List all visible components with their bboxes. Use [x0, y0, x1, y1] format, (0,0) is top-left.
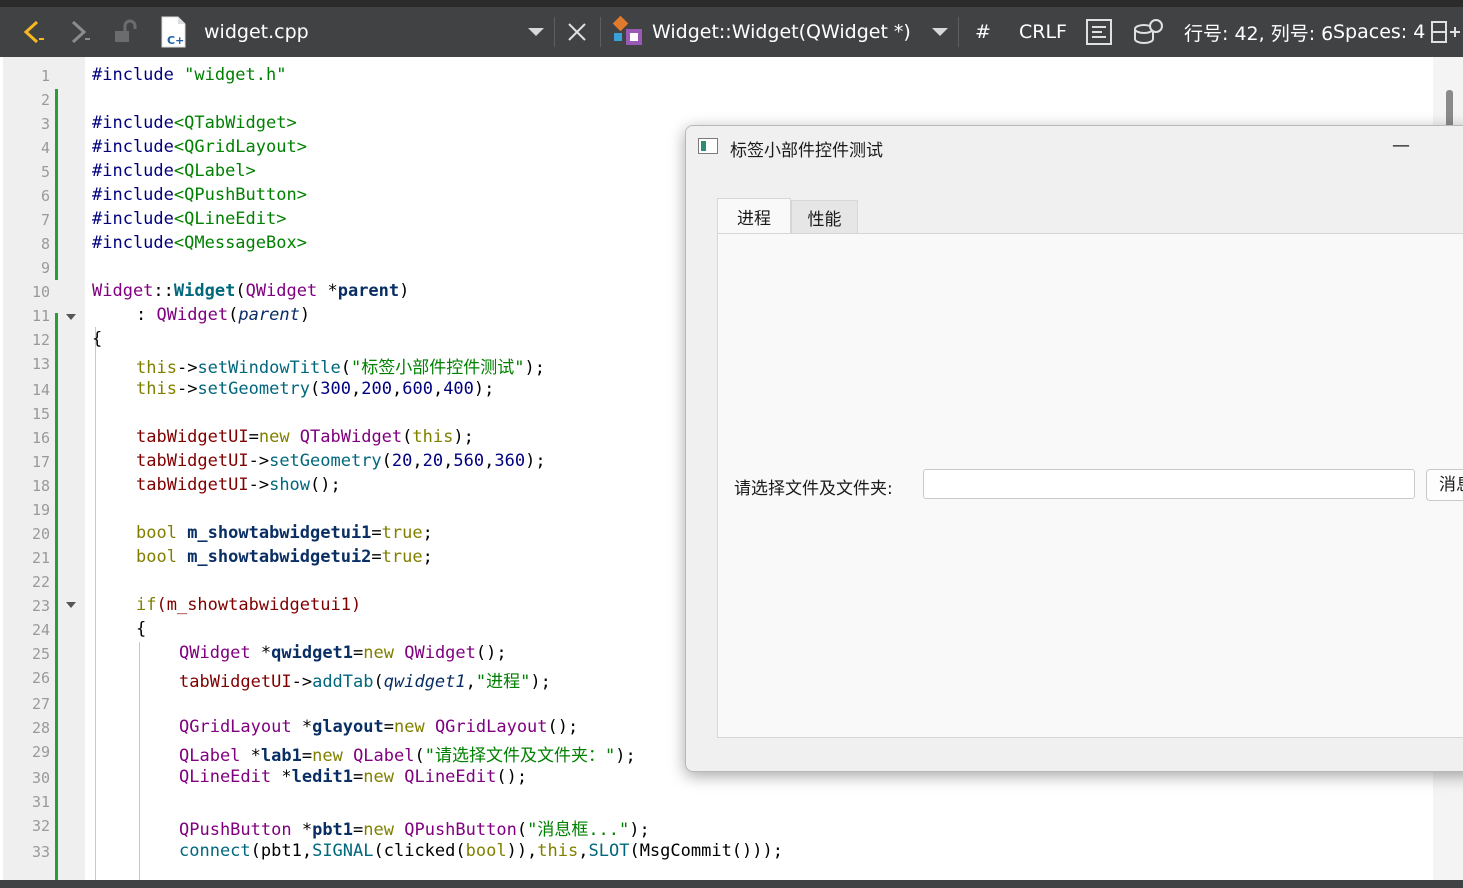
line-number: 24 [31, 621, 50, 639]
forward-arrow-icon[interactable] [64, 7, 94, 57]
code-line-30: QLineEdit *ledit1=new QLineEdit(); [179, 767, 528, 787]
line-number: 4 [40, 139, 50, 157]
tab-performance[interactable]: 性能 [791, 200, 858, 234]
close-document-icon[interactable] [565, 7, 589, 57]
code-line-3: #include<QTabWidget> [92, 113, 297, 133]
cpp-file-icon: C+ [158, 7, 188, 57]
file-select-label: 请选择文件及文件夹: [734, 479, 893, 499]
code-line-11: : QWidget(parent) [136, 305, 311, 325]
code-line-32: QPushButton *pbt1=new QPushButton("消息框..… [179, 820, 650, 840]
code-line-10: Widget::Widget(QWidget *parent) [92, 281, 410, 301]
database-settings-icon[interactable] [1133, 7, 1165, 57]
line-number: 2 [40, 91, 50, 109]
fold-toggle-icon[interactable] [66, 314, 76, 320]
line-number: 8 [40, 235, 50, 253]
app-window-title: 标签小部件控件测试 [730, 141, 883, 161]
code-line-33: connect(pbt1,SIGNAL(clicked(bool)),this,… [179, 841, 783, 861]
line-number: 7 [40, 211, 50, 229]
line-number: 26 [31, 669, 50, 687]
app-window-titlebar[interactable]: 标签小部件控件测试 — [686, 126, 1463, 170]
tab-content-pane: 请选择文件及文件夹: 消息框... [717, 233, 1463, 738]
code-line-17: tabWidgetUI->setGeometry(20,20,560,360); [136, 451, 546, 471]
hash-button[interactable]: # [975, 21, 991, 43]
code-line-6: #include<QPushButton> [92, 185, 307, 205]
code-line-14: this->setGeometry(300,200,600,400); [136, 379, 495, 399]
line-number: 19 [31, 501, 50, 519]
cursor-position[interactable]: 行号: 42, 列号: 6 [1184, 19, 1333, 46]
code-line-25: QWidget *qwidget1=new QWidget(); [179, 643, 507, 663]
symbol-dropdown-chevron-icon[interactable] [931, 7, 949, 57]
code-line-8: #include<QMessageBox> [92, 233, 307, 253]
line-number: 32 [31, 817, 50, 835]
line-number: 23 [31, 597, 50, 615]
code-line-4: #include<QGridLayout> [92, 137, 307, 157]
line-number: 15 [31, 405, 50, 423]
symbol-class-icon [612, 7, 646, 57]
indentation-setting[interactable]: Spaces: 4 [1333, 21, 1425, 43]
editor-toolbar: C+ widget.cpp Widget::Widget(QWidget *) … [0, 0, 1463, 57]
line-number: 21 [31, 549, 50, 567]
app-window-icon [698, 138, 718, 154]
line-number: 18 [31, 477, 50, 495]
line-number: 30 [31, 769, 50, 787]
code-line-21: bool m_showtabwidgetui2=true; [136, 547, 433, 567]
tab-process[interactable]: 进程 [717, 198, 791, 234]
line-number: 14 [31, 381, 50, 399]
line-number: 13 [31, 355, 50, 373]
document-outline-icon[interactable] [1085, 7, 1113, 57]
split-editor-icon[interactable] [1430, 7, 1460, 57]
line-number: 27 [31, 695, 50, 713]
line-number: 22 [31, 573, 50, 591]
line-ending-selector[interactable]: CRLF [1019, 21, 1067, 43]
code-line-29: QLabel *lab1=new QLabel("请选择文件及文件夹："); [179, 746, 636, 766]
line-number: 12 [31, 331, 50, 349]
line-number: 6 [40, 187, 50, 205]
code-line-16: tabWidgetUI=new QTabWidget(this); [136, 427, 474, 447]
line-number: 25 [31, 645, 50, 663]
back-arrow-icon[interactable] [18, 7, 48, 57]
line-number: 29 [31, 743, 50, 761]
code-line-7: #include<QLineEdit> [92, 209, 287, 229]
code-line-1: #include "widget.h" [92, 65, 287, 85]
code-line-28: QGridLayout *glayout=new QGridLayout(); [179, 717, 579, 737]
minimize-button[interactable]: — [1386, 136, 1416, 160]
line-number: 16 [31, 429, 50, 447]
change-marker [55, 313, 58, 880]
code-line-18: tabWidgetUI->show(); [136, 475, 341, 495]
line-number: 5 [40, 163, 50, 181]
line-number: 33 [31, 843, 50, 861]
file-path-input[interactable] [923, 469, 1415, 499]
line-number: 10 [31, 283, 50, 301]
line-number: 28 [31, 719, 50, 737]
line-number: 11 [31, 307, 50, 325]
status-bar [0, 880, 1463, 888]
line-number: 9 [40, 259, 50, 277]
lock-icon[interactable] [112, 7, 138, 57]
fold-toggle-icon[interactable] [66, 602, 76, 608]
code-line-24: { [136, 619, 147, 639]
current-symbol[interactable]: Widget::Widget(QWidget *) [652, 21, 911, 43]
code-line-26: tabWidgetUI->addTab(qwidget1,"进程"); [179, 672, 551, 692]
message-box-button[interactable]: 消息框... [1426, 469, 1463, 501]
app-window[interactable]: 标签小部件控件测试 — 进程 性能 请选择文件及文件夹: 消息框... [685, 125, 1463, 772]
code-line-5: #include<QLabel> [92, 161, 256, 181]
code-line-13: this->setWindowTitle("标签小部件控件测试"); [136, 358, 545, 378]
current-file-name[interactable]: widget.cpp [204, 21, 309, 43]
line-number: 17 [31, 453, 50, 471]
code-line-12: { [92, 329, 103, 349]
line-number: 1 [40, 67, 50, 85]
code-line-20: bool m_showtabwidgetui1=true; [136, 523, 433, 543]
code-line-23: if(m_showtabwidgetui1) [136, 595, 362, 615]
line-number: 3 [40, 115, 50, 133]
svg-text:C+: C+ [167, 34, 184, 47]
line-number: 31 [31, 793, 50, 811]
change-marker [55, 89, 58, 280]
file-dropdown-chevron-icon[interactable] [527, 7, 545, 57]
line-number: 20 [31, 525, 50, 543]
